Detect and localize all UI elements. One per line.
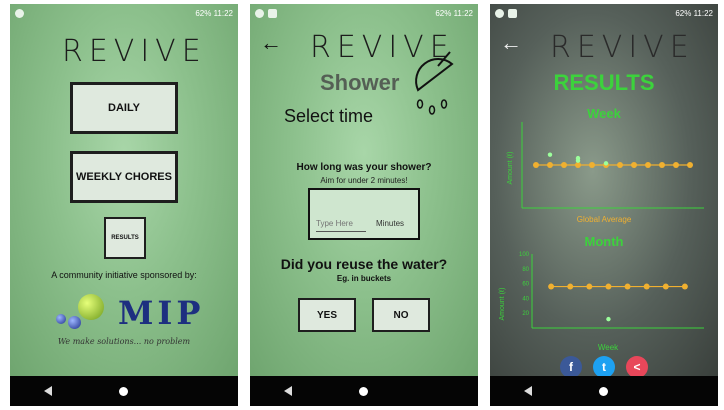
page-title: Shower (320, 70, 400, 95)
nav-home-icon[interactable] (358, 386, 368, 396)
month-chart-average-point (643, 283, 650, 290)
no-button[interactable]: NO (372, 298, 430, 332)
sponsor-logo: MIP (54, 292, 204, 332)
logo-ball-small-icon (56, 314, 66, 324)
global-average-label: Global Average (577, 215, 632, 224)
time-input-box: Minutes (308, 188, 420, 240)
logo-ball-blue-icon (68, 316, 81, 329)
reuse-water-question: Did you reuse the water? (280, 256, 448, 272)
nav-home-icon[interactable] (598, 386, 608, 396)
clock-text: 11:22 (213, 8, 233, 18)
phone-screen-shower: 62% 11:22 ← REVIVE Shower Select time Ho… (250, 4, 478, 406)
status-bar: 62% 11:22 (250, 4, 478, 22)
week-chart-average-point (687, 162, 693, 168)
status-bar: 62% 11:22 (490, 4, 718, 22)
sponsor-slogan: We make solutions... no problem (57, 337, 191, 346)
reuse-water-example: Eg. in buckets (336, 274, 392, 283)
month-chart: Month Amount (ℓ) Week 100 80 60 40 20 (499, 234, 704, 352)
week-chart-ylabel: Amount (ℓ) (507, 152, 514, 185)
week-chart-average-point (631, 162, 637, 168)
month-chart-ylabel: Amount (ℓ) (499, 288, 506, 321)
week-chart-average-point (673, 162, 679, 168)
notification-image-icon (508, 8, 517, 18)
home-background: 62% 11:22 REVIVE DAILY WEEKLY CHORES RES… (10, 4, 238, 376)
page-title: RESULTS (553, 70, 655, 95)
nav-back-icon[interactable] (283, 386, 292, 396)
week-chart-average-point (617, 162, 623, 168)
back-arrow-icon[interactable]: ← (500, 30, 522, 56)
month-chart-ytick-label: 40 (522, 296, 529, 302)
week-chart-user-point (547, 152, 553, 157)
battery-text: 62% (195, 8, 212, 18)
twitter-share-icon[interactable]: t (593, 356, 615, 376)
shower-duration-hint: Aim for under 2 minutes! (320, 176, 408, 185)
weekly-chores-button[interactable]: WEEKLY CHORES (70, 151, 178, 203)
month-chart-ytick-label: 60 (522, 282, 529, 288)
android-nav-bar (10, 376, 238, 406)
app-logo: REVIVE (550, 30, 695, 65)
week-chart-title: Week (587, 106, 621, 121)
yes-button[interactable]: YES (298, 298, 356, 332)
android-nav-bar (490, 376, 718, 406)
nav-back-icon[interactable] (523, 386, 532, 396)
clock-text: 11:22 (453, 8, 473, 18)
week-chart-average-point (547, 162, 553, 168)
month-chart-average-point (605, 283, 612, 290)
week-chart-user-point (603, 161, 609, 166)
month-chart-average-point (548, 283, 555, 290)
phone-screen-home: 62% 11:22 REVIVE DAILY WEEKLY CHORES RES… (10, 4, 238, 406)
facebook-share-icon[interactable]: f (560, 356, 582, 376)
shower-head-icon (415, 51, 454, 115)
nav-back-icon[interactable] (43, 386, 52, 396)
week-chart-average-point (533, 162, 539, 168)
week-chart-user-point (575, 158, 581, 163)
android-debug-icon (15, 8, 24, 18)
select-time-heading: Select time (284, 106, 374, 126)
week-chart-average-point (589, 162, 595, 168)
daily-button[interactable]: DAILY (70, 82, 178, 134)
community-caption: A community initiative sponsored by: (51, 270, 197, 280)
minutes-unit-label: Minutes (376, 219, 405, 228)
status-bar: 62% 11:22 (10, 4, 238, 22)
battery-text: 62% (675, 8, 692, 18)
week-chart-average-point (645, 162, 651, 168)
android-debug-icon (495, 8, 504, 18)
month-chart-ytick-label: 100 (519, 252, 530, 258)
android-debug-icon (255, 8, 264, 18)
shower-background: 62% 11:22 ← REVIVE Shower Select time Ho… (250, 4, 478, 376)
share-icon[interactable]: < (626, 356, 648, 376)
shower-duration-question: How long was your shower? (296, 162, 432, 173)
results-background: 62% 11:22 ← REVIVE RESULTS Week Amount (… (490, 4, 718, 376)
month-chart-ytick-label: 80 (522, 267, 529, 273)
minutes-input[interactable] (316, 216, 366, 232)
week-chart-average-point (659, 162, 665, 168)
month-chart-average-point (681, 283, 688, 290)
month-chart-title: Month (585, 234, 624, 249)
results-button[interactable]: RESULTS (104, 217, 146, 259)
month-chart-average-point (662, 283, 669, 290)
logo-ball-green-icon (78, 294, 104, 320)
clock-text: 11:22 (693, 8, 713, 18)
battery-text: 62% (435, 8, 452, 18)
sponsor-name: MIP (118, 294, 205, 332)
month-chart-ytick-label: 20 (522, 311, 529, 317)
android-nav-bar (250, 376, 478, 406)
phone-screen-results: 62% 11:22 ← REVIVE RESULTS Week Amount (… (490, 4, 718, 406)
week-chart-average-point (561, 162, 567, 168)
notification-image-icon (268, 8, 277, 18)
back-arrow-icon[interactable]: ← (260, 30, 282, 56)
month-chart-average-point (624, 283, 631, 290)
week-chart: Week Amount (ℓ) Global Average (507, 106, 704, 224)
month-chart-user-point (606, 316, 611, 322)
month-chart-xlabel: Week (598, 343, 619, 352)
month-chart-average-point (567, 283, 574, 290)
app-logo: REVIVE (62, 34, 207, 69)
nav-home-icon[interactable] (118, 386, 128, 396)
month-chart-average-point (586, 283, 593, 290)
